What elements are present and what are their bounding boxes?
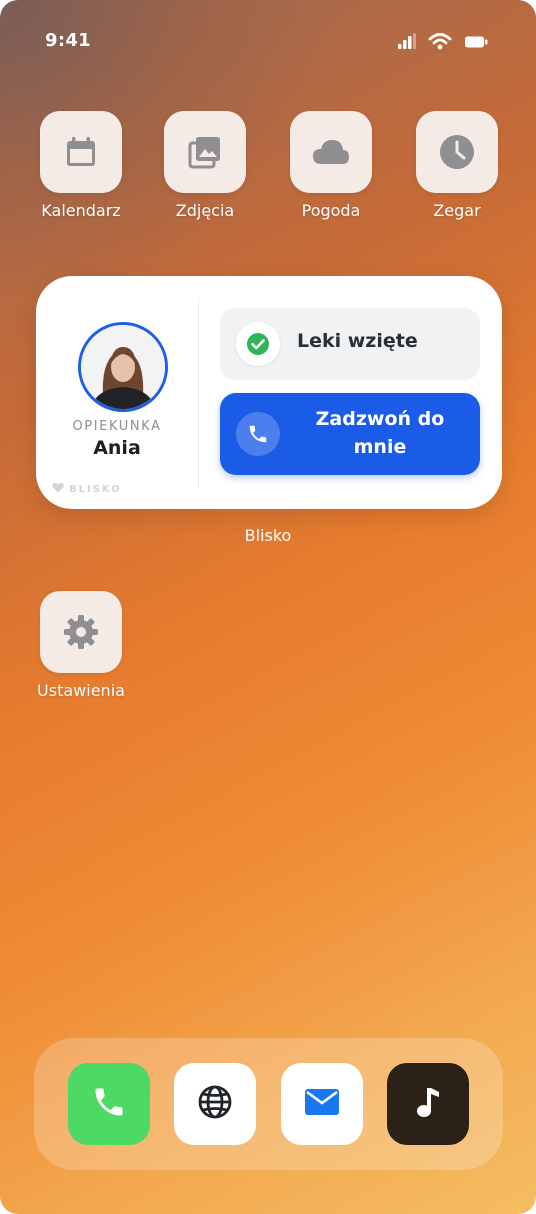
widget-divider: [198, 298, 199, 488]
status-bar: 9:41: [0, 0, 536, 84]
app-label-ustawienia: Ustawienia: [37, 681, 125, 700]
app-pogoda[interactable]: Pogoda: [276, 111, 386, 220]
dock-phone[interactable]: [68, 1063, 150, 1145]
meds-taken-label: Leki wzięte: [297, 330, 418, 352]
battery-icon: [464, 34, 488, 53]
call-me-label: Zadzwoń do mnie: [315, 408, 445, 458]
blisko-widget: OPIEKUNKA Ania BLISKO Leki wzięte Zadzwo…: [36, 276, 502, 509]
music-icon: [413, 1084, 443, 1124]
app-kalendarz[interactable]: Kalendarz: [26, 111, 136, 220]
status-icons: [398, 32, 488, 54]
dock-browser[interactable]: [174, 1063, 256, 1145]
heart-icon: [52, 482, 64, 496]
brand-label: BLISKO: [52, 482, 122, 496]
app-label-pogoda: Pogoda: [301, 201, 361, 220]
dock-music[interactable]: [387, 1063, 469, 1145]
brand-text: BLISKO: [69, 483, 122, 495]
cloud-icon[interactable]: [290, 111, 372, 193]
app-zdjecia[interactable]: Zdjęcia: [150, 111, 260, 220]
globe-icon: [197, 1084, 233, 1124]
caregiver-role: OPIEKUNKA: [72, 419, 162, 434]
app-zegar[interactable]: Zegar: [402, 111, 512, 220]
caregiver-name: Ania: [93, 437, 141, 459]
signal-icon: [398, 33, 416, 53]
dock: [34, 1038, 503, 1170]
wifi-icon: [428, 32, 452, 54]
home-screen: 9:41 Kalendarz Zdjęcia Pogoda Zegar OPIE…: [0, 0, 536, 1214]
status-time: 9:41: [45, 30, 91, 51]
gear-icon[interactable]: [40, 591, 122, 673]
call-me-button[interactable]: Zadzwoń do mnie: [220, 393, 480, 475]
photos-icon[interactable]: [164, 111, 246, 193]
phone-icon: [91, 1084, 127, 1124]
app-label-zdjecia: Zdjęcia: [175, 201, 235, 220]
meds-taken-button[interactable]: Leki wzięte: [220, 308, 480, 380]
phone-icon: [236, 412, 280, 456]
widget-caption: Blisko: [244, 526, 292, 545]
check-circle-icon: [236, 322, 280, 366]
app-ustawienia[interactable]: Ustawienia: [26, 591, 136, 700]
mail-icon: [304, 1088, 340, 1120]
avatar: [78, 322, 168, 412]
calendar-icon[interactable]: [40, 111, 122, 193]
clock-icon[interactable]: [416, 111, 498, 193]
app-label-zegar: Zegar: [433, 201, 481, 220]
dock-mail[interactable]: [281, 1063, 363, 1145]
app-label-kalendarz: Kalendarz: [41, 201, 121, 220]
